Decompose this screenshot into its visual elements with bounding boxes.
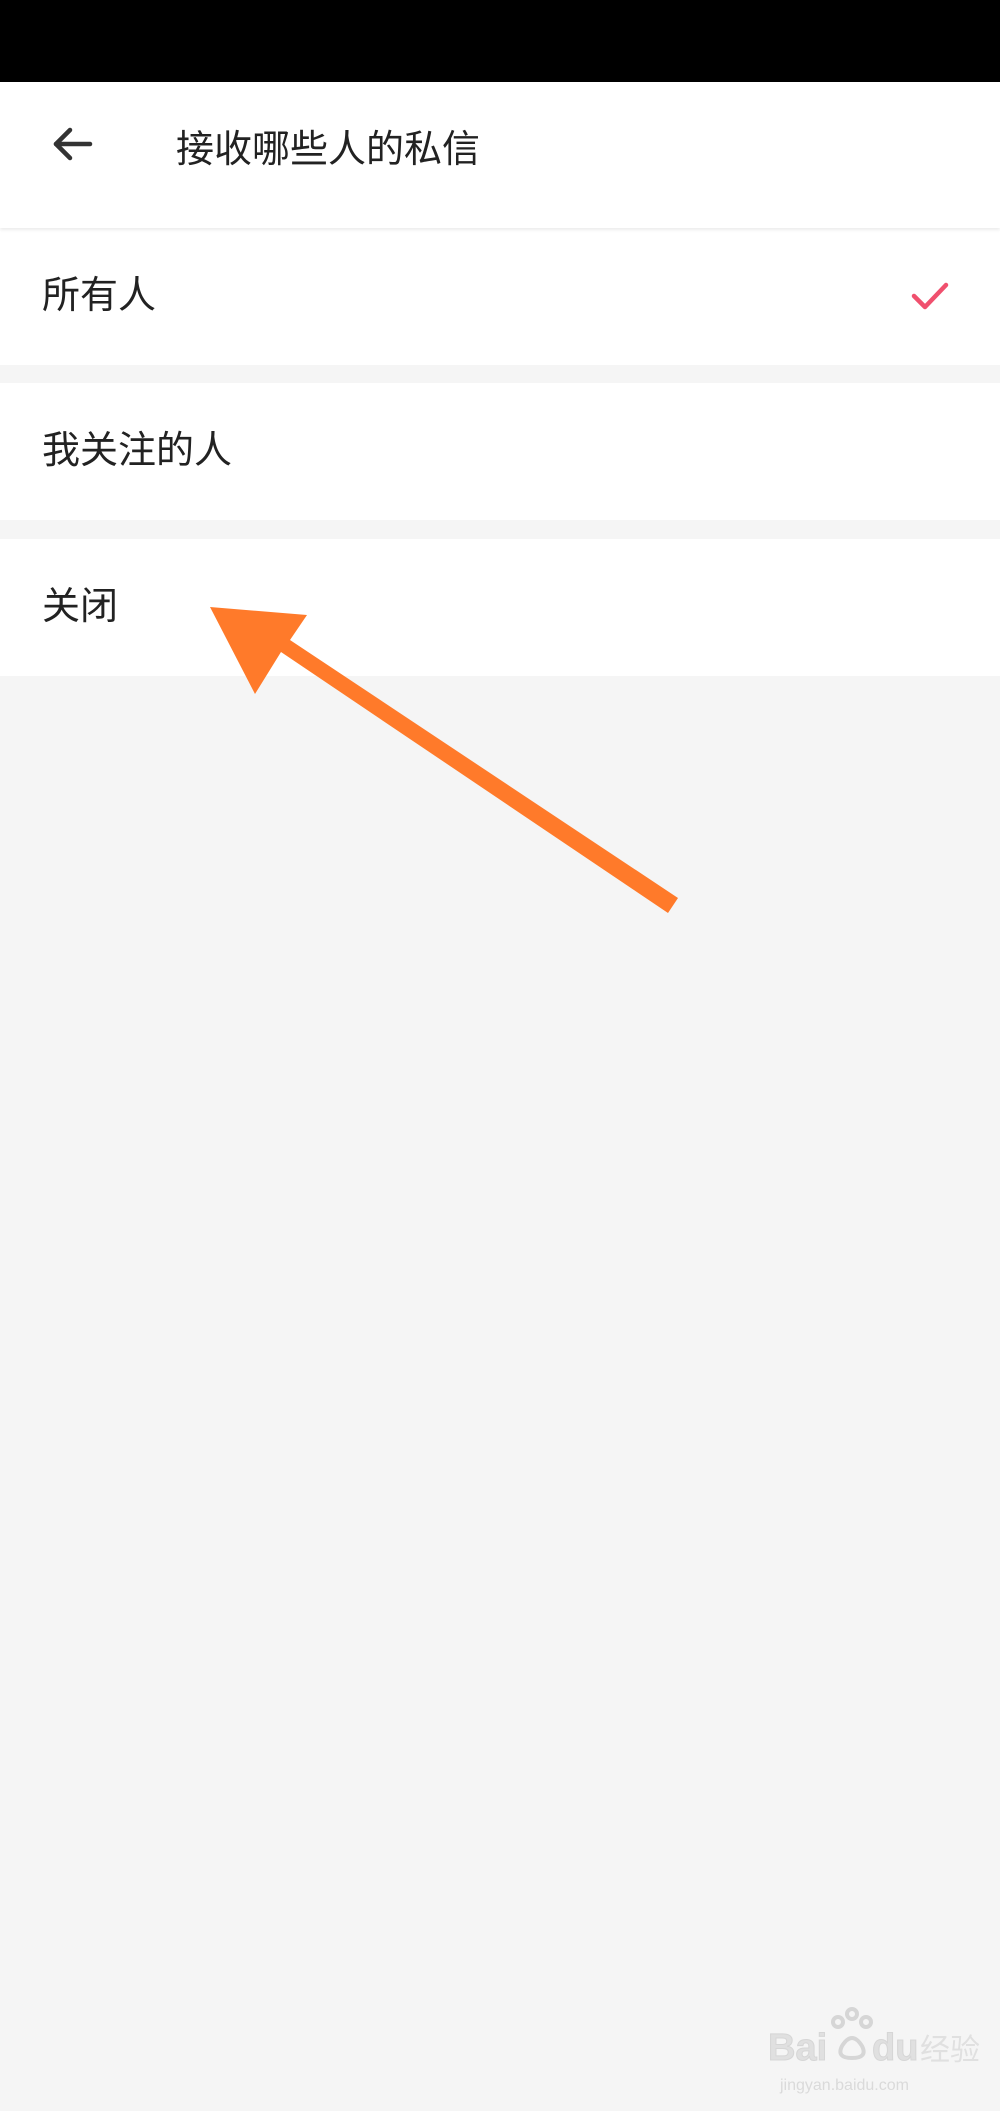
status-bar [0, 0, 1000, 82]
svg-text:Bai: Bai [768, 2027, 827, 2069]
option-label: 关闭 [42, 584, 119, 628]
page-title: 接收哪些人的私信 [176, 127, 481, 171]
checkmark-icon [911, 282, 949, 310]
arrow-left-icon [53, 127, 93, 161]
back-button[interactable] [38, 110, 106, 178]
option-label: 所有人 [42, 273, 157, 317]
baidu-jingyan-watermark: Bai du 经验 jingyan.baidu.com [768, 2007, 980, 2094]
app-header: 接收哪些人的私信 [0, 82, 1000, 228]
svg-text:du: du [872, 2027, 918, 2069]
option-label: 我关注的人 [42, 428, 233, 472]
svg-text:经验: 经验 [920, 2033, 980, 2068]
option-everyone[interactable]: 所有人 [0, 228, 1000, 365]
svg-text:jingyan.baidu.com: jingyan.baidu.com [779, 2077, 909, 2094]
option-following[interactable]: 我关注的人 [0, 383, 1000, 520]
option-off[interactable]: 关闭 [0, 539, 1000, 676]
screen: 接收哪些人的私信 所有人 我关注的人 关闭 Bai du 经验 jingyan.… [0, 0, 1000, 2111]
